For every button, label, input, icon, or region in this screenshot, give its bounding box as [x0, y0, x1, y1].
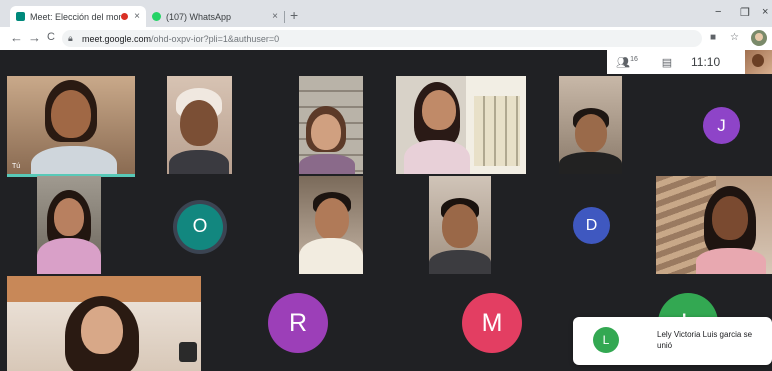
- self-view-thumbnail[interactable]: [745, 50, 772, 74]
- video-tile[interactable]: [559, 76, 622, 174]
- active-speaker-label: Tú: [12, 163, 21, 170]
- video-tile[interactable]: [396, 76, 526, 174]
- recording-dot-icon: [121, 13, 129, 20]
- star-icon[interactable]: ☆: [730, 32, 739, 43]
- tab-close-button[interactable]: ×: [272, 11, 278, 22]
- avatar-letter: J: [717, 115, 726, 135]
- tab-divider: [284, 11, 285, 23]
- participant-body: [696, 248, 766, 274]
- video-tile[interactable]: Tú: [7, 76, 135, 177]
- participant-face: [442, 204, 478, 248]
- tab-meet[interactable]: Meet: Elección del monitor ×: [10, 6, 146, 27]
- meet-stage: 👥︎16 ▤ 11:10 Tú J O D R M L Lely Victori…: [0, 50, 772, 371]
- video-tile[interactable]: [429, 176, 491, 274]
- reload-button[interactable]: C: [47, 31, 55, 43]
- forward-button[interactable]: →: [28, 30, 41, 45]
- video-tile[interactable]: [299, 76, 363, 174]
- participant-face: [51, 90, 91, 138]
- participants-icon[interactable]: 👥︎16: [607, 56, 647, 69]
- back-button[interactable]: ←: [10, 30, 23, 45]
- browser-toolbar: ← → C 🔒︎ meet.google.com /ohd-oxpv-ior?p…: [0, 27, 772, 51]
- tab-title: Meet: Elección del monitor: [30, 11, 122, 22]
- avatar-letter: D: [585, 216, 598, 234]
- participant-body: [299, 238, 363, 274]
- participant-face: [180, 100, 218, 146]
- participant-face: [315, 198, 349, 240]
- camera-icon[interactable]: ■: [710, 32, 716, 43]
- url-host: meet.google.com: [82, 33, 152, 44]
- participant-body: [169, 150, 229, 174]
- video-tile[interactable]: [167, 76, 232, 174]
- participant-body: [429, 250, 491, 274]
- avatar-letter: R: [288, 308, 308, 337]
- participant-body: [299, 154, 355, 174]
- participant-avatar[interactable]: D: [573, 207, 610, 244]
- tab-strip: Meet: Elección del monitor × (107) Whats…: [0, 0, 772, 27]
- participant-avatar[interactable]: O: [177, 204, 223, 250]
- profile-avatar[interactable]: [751, 30, 767, 46]
- participant-face: [81, 306, 123, 354]
- lock-icon: 🔒︎: [68, 33, 73, 43]
- join-notification: L Lely Victoria Luis garcia se unió: [573, 317, 772, 365]
- video-tile[interactable]: [656, 176, 772, 274]
- joined-participant-avatar: L: [593, 327, 619, 353]
- minimize-button[interactable]: −: [715, 6, 721, 18]
- tab-close-button[interactable]: ×: [134, 11, 140, 22]
- meeting-clock: 11:10: [691, 55, 721, 69]
- participant-face: [575, 114, 607, 152]
- participant-face: [54, 198, 84, 236]
- participants-count: 16: [630, 55, 638, 63]
- speaker-device: [179, 342, 197, 362]
- participant-face: [422, 90, 456, 130]
- meet-top-bar: 👥︎16 ▤ 11:10: [607, 50, 745, 74]
- address-bar[interactable]: 🔒︎ meet.google.com /ohd-oxpv-ior?pli=1&a…: [62, 30, 702, 47]
- tab-title: (107) WhatsApp: [166, 11, 232, 22]
- chat-icon[interactable]: ▤: [647, 56, 687, 69]
- participant-face: [311, 114, 341, 150]
- video-tile[interactable]: [7, 276, 201, 371]
- participant-body: [37, 238, 101, 274]
- join-message: Lely Victoria Luis garcia se unió: [657, 330, 753, 350]
- participant-body: [559, 152, 622, 174]
- meet-icon: [16, 12, 25, 21]
- new-tab-button[interactable]: +: [290, 7, 298, 23]
- avatar-letter: M: [481, 308, 503, 337]
- participant-body: [31, 146, 117, 174]
- participant-avatar[interactable]: R: [268, 293, 328, 353]
- tab-whatsapp[interactable]: (107) WhatsApp ×: [146, 6, 284, 27]
- avatar-letter: O: [192, 216, 208, 237]
- video-tile[interactable]: [37, 176, 101, 274]
- participant-avatar[interactable]: J: [703, 107, 740, 144]
- whatsapp-icon: [152, 12, 161, 21]
- participant-avatar[interactable]: M: [462, 293, 522, 353]
- restore-button[interactable]: ❐: [740, 6, 750, 19]
- close-window-button[interactable]: ×: [762, 6, 768, 18]
- video-tile[interactable]: [299, 176, 363, 274]
- participant-face: [712, 196, 748, 240]
- window-background: [474, 96, 520, 166]
- url-path: /ohd-oxpv-ior?pli=1&authuser=0: [151, 33, 280, 44]
- participant-body: [404, 140, 470, 174]
